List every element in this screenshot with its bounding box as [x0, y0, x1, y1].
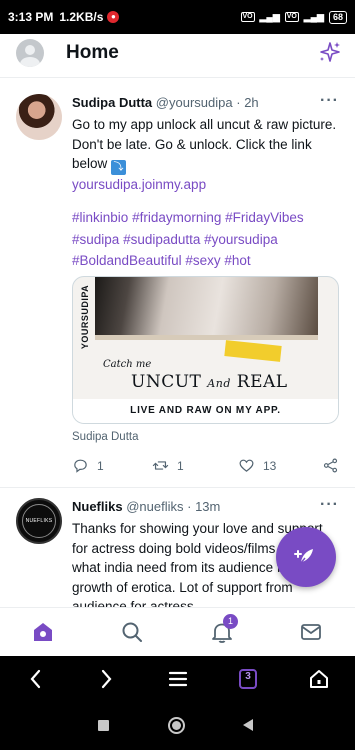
share-button[interactable] — [322, 457, 339, 474]
tweet-sudipa[interactable]: Sudipa Dutta @yoursudipa · 2h ··· Go to … — [0, 78, 355, 488]
signal-icon-2: ▂▄▆ — [303, 11, 324, 22]
card-catch-text: Catch me — [103, 359, 152, 370]
volte-icon: VO — [240, 12, 255, 22]
volte-icon-2: VO — [284, 12, 299, 22]
card-headline: UNCUT And REAL — [131, 372, 288, 392]
menu-icon[interactable] — [166, 667, 190, 691]
bottom-nav: 1 — [0, 607, 355, 656]
tweet-actions: 1 1 13 — [72, 457, 342, 477]
tweet-time: 13m — [195, 499, 221, 514]
more-options-icon[interactable]: ··· — [320, 496, 339, 514]
hashtag[interactable]: #fridaymorning — [132, 210, 221, 225]
hashtag[interactable]: #hot — [224, 253, 250, 268]
signal-icon: ▂▄▆ — [259, 11, 280, 22]
more-options-icon[interactable]: ··· — [320, 92, 339, 110]
tweet-media-card[interactable]: YOURSUDIPA Catch me UNCUT And REAL LIVE … — [72, 276, 339, 424]
home-icon[interactable] — [31, 620, 55, 644]
hashtag[interactable]: #linkinbio — [72, 210, 128, 225]
tweet-header: Nuefliks @nuefliks · 13m — [72, 499, 221, 514]
tweet-header: Sudipa Dutta @yoursudipa · 2h — [72, 95, 259, 110]
back-icon[interactable] — [24, 667, 48, 691]
notifications-tab[interactable]: 1 — [210, 614, 238, 644]
notification-badge: 1 — [223, 614, 238, 629]
retweet-count: 1 — [177, 458, 184, 473]
mail-icon[interactable] — [299, 620, 323, 644]
status-time: 3:13 PM — [8, 10, 54, 24]
tweet-hashtags: #linkinbio #fridaymorning #FridayVibes #… — [72, 207, 340, 272]
hashtag[interactable]: #BoldandBeautiful — [72, 253, 182, 268]
hashtag[interactable]: #FridayVibes — [225, 210, 304, 225]
retweet-button[interactable]: 1 — [152, 457, 184, 474]
browser-home-icon[interactable] — [307, 667, 331, 691]
author-handle: @nuefliks — [126, 499, 184, 514]
tweet-avatar[interactable] — [16, 94, 62, 140]
card-footer: LIVE AND RAW ON MY APP. — [73, 399, 338, 423]
hashtag[interactable]: #sudipadutta — [123, 232, 200, 247]
home-circle-icon[interactable] — [168, 717, 185, 734]
author-name[interactable]: Nuefliks — [72, 499, 123, 514]
tweet-text: Go to my app unlock all uncut & raw pict… — [72, 117, 337, 192]
profile-avatar[interactable] — [16, 39, 44, 67]
page-title: Home — [66, 42, 119, 63]
heart-icon — [239, 459, 254, 472]
card-tape — [224, 340, 282, 362]
card-source[interactable]: Sudipa Dutta — [72, 431, 139, 443]
tweet-avatar[interactable]: NUEFLIKS — [16, 498, 62, 544]
recents-icon[interactable] — [98, 720, 109, 731]
hashtag[interactable]: #sexy — [185, 253, 220, 268]
tabs-button[interactable]: 3 — [236, 667, 260, 691]
network-speed: 1.2KB/s — [59, 10, 104, 24]
right-arrow-curving-down-icon: ⤵ — [111, 160, 127, 175]
like-button[interactable]: 13 — [238, 457, 276, 474]
reply-count: 1 — [97, 458, 104, 473]
tweet-time: 2h — [244, 95, 259, 110]
battery-icon: 68 — [328, 10, 347, 24]
share-icon — [323, 458, 338, 473]
back-triangle-icon[interactable] — [241, 718, 255, 732]
notification-app-icon: ● — [107, 11, 120, 23]
card-side-text: YOURSUDIPA — [80, 284, 90, 350]
hashtag[interactable]: #yoursudipa — [204, 232, 278, 247]
feather-plus-icon — [294, 549, 313, 565]
compose-tweet-button[interactable] — [276, 527, 336, 587]
search-icon[interactable] — [120, 620, 144, 644]
system-nav — [0, 702, 355, 750]
tweet-link[interactable]: yoursudipa.joinmy.app — [72, 177, 206, 192]
author-handle: @yoursudipa — [155, 95, 233, 110]
hashtag[interactable]: #sudipa — [72, 232, 119, 247]
tab-count: 3 — [245, 671, 251, 682]
status-bar: 3:13 PM 1.2KB/s ● VO ▂▄▆ VO ▂▄▆ 68 — [0, 0, 355, 34]
reply-icon — [74, 459, 87, 473]
author-name[interactable]: Sudipa Dutta — [72, 95, 152, 110]
forward-icon[interactable] — [94, 667, 118, 691]
avatar-logo-text: NUEFLIKS — [25, 518, 53, 524]
like-count: 13 — [263, 458, 277, 473]
sparkle-icon[interactable] — [317, 39, 343, 65]
reply-button[interactable]: 1 — [72, 457, 104, 474]
card-photo — [95, 277, 318, 340]
retweet-icon — [152, 461, 169, 470]
browser-toolbar: 3 — [0, 656, 355, 702]
app-header: Home — [0, 34, 355, 78]
